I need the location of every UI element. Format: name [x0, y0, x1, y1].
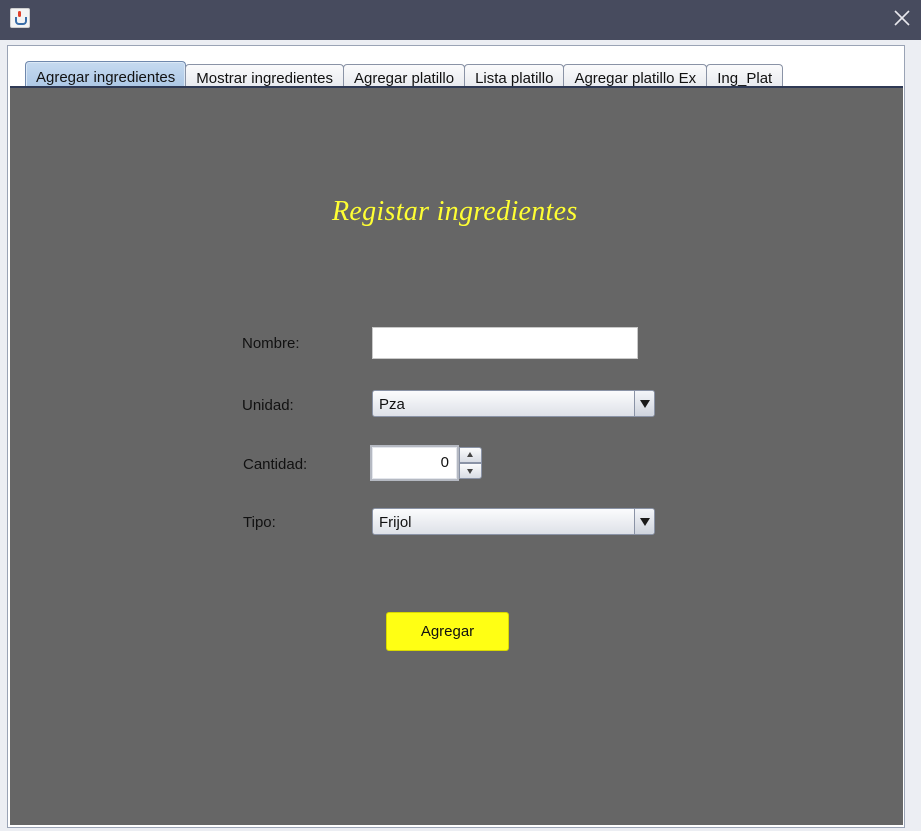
- unidad-label: Unidad:: [242, 397, 294, 414]
- tipo-label: Tipo:: [243, 514, 276, 531]
- cantidad-value[interactable]: 0: [370, 445, 459, 481]
- app-window: Agregar ingredientes Mostrar ingrediente…: [0, 0, 921, 831]
- agregar-button[interactable]: Agregar: [386, 612, 509, 651]
- close-icon[interactable]: [891, 7, 913, 29]
- cantidad-increment-button[interactable]: [459, 447, 482, 463]
- title-bar: [0, 0, 921, 40]
- nombre-label: Nombre:: [242, 335, 300, 352]
- page-title: Registar ingredientes: [332, 196, 578, 227]
- chevron-down-icon: [640, 518, 650, 526]
- unidad-dropdown-button[interactable]: [634, 391, 654, 416]
- agregar-ingredientes-panel: Registar ingredientes Nombre: Unidad: Pz…: [10, 88, 903, 825]
- java-icon: [10, 8, 30, 28]
- nombre-input[interactable]: [372, 327, 638, 359]
- arrow-down-icon: [467, 469, 473, 474]
- chevron-down-icon: [640, 400, 650, 408]
- unidad-select[interactable]: Pza: [372, 390, 655, 417]
- arrow-up-icon: [467, 452, 473, 457]
- cantidad-label: Cantidad:: [243, 456, 308, 473]
- tipo-select[interactable]: Frijol: [372, 508, 655, 535]
- tipo-selected-value: Frijol: [379, 514, 412, 531]
- cantidad-decrement-button[interactable]: [459, 463, 482, 479]
- tipo-dropdown-button[interactable]: [634, 509, 654, 534]
- unidad-selected-value: Pza: [379, 396, 405, 413]
- cantidad-stepper[interactable]: 0: [370, 445, 482, 481]
